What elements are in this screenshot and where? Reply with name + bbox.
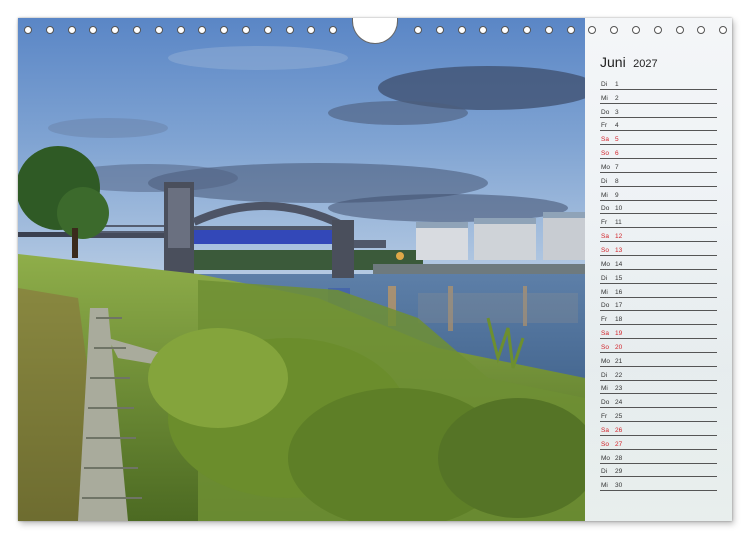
- day-weekday: Do: [601, 205, 610, 213]
- day-row: Mi 2: [600, 90, 717, 104]
- day-row: Di 29: [600, 464, 717, 478]
- day-row: So 27: [600, 436, 717, 450]
- day-row: Fr 4: [600, 118, 717, 132]
- day-row: Di 8: [600, 173, 717, 187]
- month-year: 2027: [633, 58, 658, 70]
- day-weekday: Mo: [601, 163, 611, 171]
- day-weekday: Do: [601, 399, 610, 407]
- day-weekday: Mo: [601, 454, 611, 462]
- day-weekday: Fr: [601, 122, 608, 130]
- day-row: Sa 19: [600, 325, 717, 340]
- day-number: 17: [615, 302, 623, 310]
- day-row: Mo 7: [600, 159, 717, 173]
- day-number: 12: [615, 233, 623, 241]
- day-number: 6: [615, 150, 619, 158]
- day-row: Sa 5: [600, 131, 717, 146]
- day-number: 25: [615, 413, 623, 421]
- day-weekday: Sa: [601, 330, 609, 338]
- day-weekday: Sa: [601, 426, 609, 434]
- day-weekday: So: [601, 440, 609, 448]
- day-number: 30: [615, 482, 623, 490]
- day-weekday: Di: [601, 371, 608, 379]
- day-row: Mo 14: [600, 256, 717, 270]
- photo-illustration: [18, 18, 585, 521]
- day-row: Sa 26: [600, 422, 717, 436]
- day-weekday: Sa: [601, 136, 609, 144]
- month-heading: Juni 2027: [600, 54, 658, 72]
- day-weekday: Mo: [601, 357, 611, 365]
- day-weekday: So: [601, 343, 609, 351]
- day-weekday: So: [601, 246, 609, 254]
- landscape-photo: [18, 18, 585, 521]
- day-number: 15: [615, 274, 623, 282]
- day-row: Mi 30: [600, 477, 717, 492]
- day-row: Di 1: [600, 76, 717, 90]
- day-weekday: Di: [601, 274, 608, 282]
- day-number: 24: [615, 399, 623, 407]
- day-number: 2: [615, 94, 619, 102]
- day-row: Do 24: [600, 394, 717, 409]
- day-weekday: So: [601, 150, 609, 158]
- day-number: 9: [615, 191, 619, 199]
- calendar-page: Juni 2027 Di 1 Mi 2 Do 3 Fr 4 Sa 5 So 6 Mo 7 Di 8 Mi 9 Do 1…: [18, 18, 732, 521]
- day-number: 26: [615, 426, 623, 434]
- day-number: 5: [615, 136, 619, 144]
- day-row: Do 17: [600, 298, 717, 312]
- day-weekday: Mo: [601, 260, 611, 268]
- day-list: Di 1 Mi 2 Do 3 Fr 4 Sa 5 So 6 Mo 7 Di 8 Mi 9 Do 10 Fr 11 Sa 12 S…: [600, 76, 717, 492]
- day-row: Sa 12: [600, 228, 717, 243]
- day-number: 27: [615, 440, 623, 448]
- day-row: Do 3: [600, 104, 717, 118]
- day-number: 7: [615, 163, 619, 171]
- day-number: 16: [615, 288, 623, 296]
- day-row: Di 22: [600, 367, 717, 381]
- day-row: So 13: [600, 242, 717, 256]
- day-weekday: Fr: [601, 316, 608, 324]
- day-row: Do 10: [600, 201, 717, 215]
- day-weekday: Di: [601, 80, 608, 88]
- day-row: Di 15: [600, 270, 717, 284]
- day-row: Fr 25: [600, 408, 717, 423]
- day-number: 11: [615, 219, 622, 227]
- month-name: Juni: [600, 54, 626, 70]
- day-row: Fr 18: [600, 311, 717, 326]
- day-weekday: Di: [601, 177, 608, 185]
- day-number: 3: [615, 108, 619, 116]
- day-number: 8: [615, 177, 619, 185]
- day-number: 13: [615, 246, 623, 254]
- day-number: 28: [615, 454, 623, 462]
- day-number: 14: [615, 260, 623, 268]
- day-weekday: Do: [601, 302, 610, 310]
- day-weekday: Mi: [601, 191, 608, 199]
- day-number: 10: [615, 205, 623, 213]
- day-weekday: Mi: [601, 94, 608, 102]
- day-row: Mi 9: [600, 187, 717, 201]
- day-number: 22: [615, 371, 623, 379]
- day-weekday: Fr: [601, 413, 608, 421]
- day-row: So 20: [600, 339, 717, 353]
- day-row: Mi 23: [600, 381, 717, 395]
- day-weekday: Fr: [601, 219, 608, 227]
- day-number: 21: [615, 357, 623, 365]
- day-weekday: Mi: [601, 288, 608, 296]
- day-weekday: Mi: [601, 385, 608, 393]
- day-row: Fr 11: [600, 214, 717, 229]
- day-number: 4: [615, 122, 619, 130]
- day-weekday: Di: [601, 468, 608, 476]
- day-row: Mi 16: [600, 284, 717, 298]
- day-row: Mo 21: [600, 353, 717, 367]
- day-number: 20: [615, 343, 623, 351]
- calendar-panel: Juni 2027 Di 1 Mi 2 Do 3 Fr 4 Sa 5 So 6 Mo 7 Di 8 Mi 9 Do 1…: [585, 18, 732, 521]
- day-number: 19: [615, 330, 623, 338]
- day-number: 23: [615, 385, 623, 393]
- day-number: 29: [615, 468, 623, 476]
- day-row: So 6: [600, 145, 717, 160]
- day-number: 1: [615, 80, 619, 88]
- day-weekday: Mi: [601, 482, 608, 490]
- day-row: Mo 28: [600, 450, 717, 464]
- day-weekday: Sa: [601, 233, 609, 241]
- day-number: 18: [615, 316, 623, 324]
- day-weekday: Do: [601, 108, 610, 116]
